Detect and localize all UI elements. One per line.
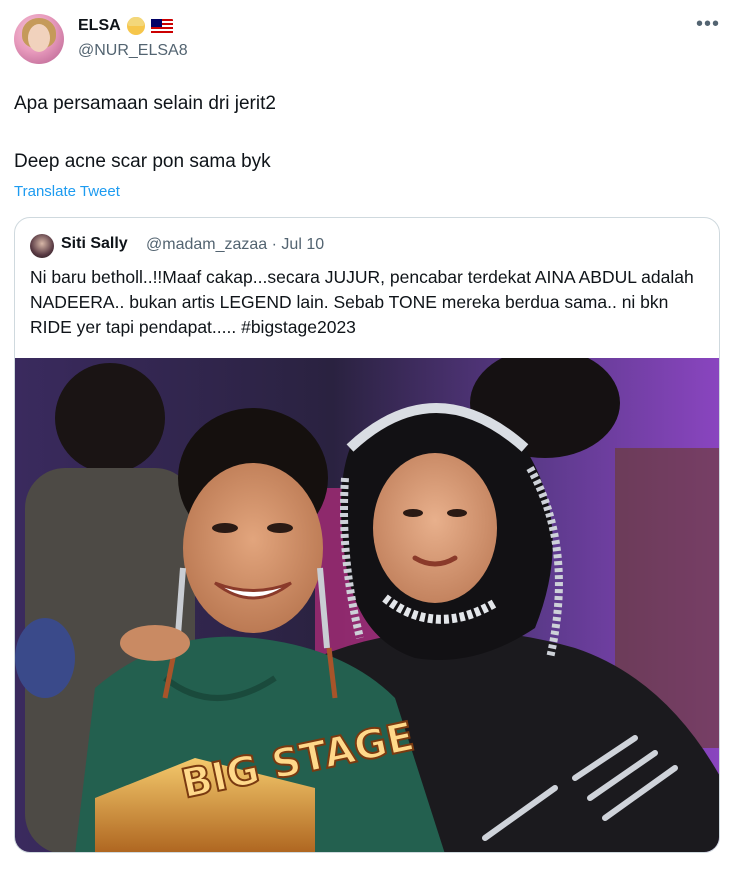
more-horizontal-icon[interactable]: •••: [696, 14, 720, 34]
quoted-media-photo[interactable]: BIG STAGE: [15, 358, 719, 852]
author-avatar[interactable]: [14, 14, 64, 64]
quoted-tweet[interactable]: Siti Sally @madam_zazaa · Jul 10 Ni baru…: [14, 217, 720, 853]
author-handle[interactable]: @NUR_ELSA8: [78, 42, 188, 60]
photo-illustration: BIG STAGE: [15, 358, 719, 852]
quoted-author-name[interactable]: Siti Sally: [61, 235, 128, 253]
quoted-author-handle: @madam_zazaa: [146, 236, 268, 253]
girl-emoji-icon: [126, 17, 145, 35]
quoted-date[interactable]: Jul 10: [281, 236, 324, 253]
quoted-author-avatar[interactable]: [30, 234, 54, 258]
tweet-card: ELSA @NUR_ELSA8 ••• Apa persamaan selain…: [0, 0, 736, 885]
avatar-face-shape: [28, 24, 50, 52]
translate-tweet-link[interactable]: Translate Tweet: [14, 183, 120, 200]
tweet-text-line-2: Deep acne scar pon sama byk: [14, 151, 271, 172]
quoted-meta: @madam_zazaa · Jul 10: [146, 236, 324, 254]
author-display-name[interactable]: ELSA: [78, 17, 173, 35]
meta-separator: ·: [271, 236, 277, 253]
quoted-tweet-text: Ni baru betholl..!!Maaf cakap...secara J…: [30, 267, 694, 337]
malaysia-flag-icon: [150, 18, 173, 34]
author-name-text: ELSA: [78, 17, 121, 34]
tweet-text-line-1: Apa persamaan selain dri jerit2: [14, 93, 276, 114]
